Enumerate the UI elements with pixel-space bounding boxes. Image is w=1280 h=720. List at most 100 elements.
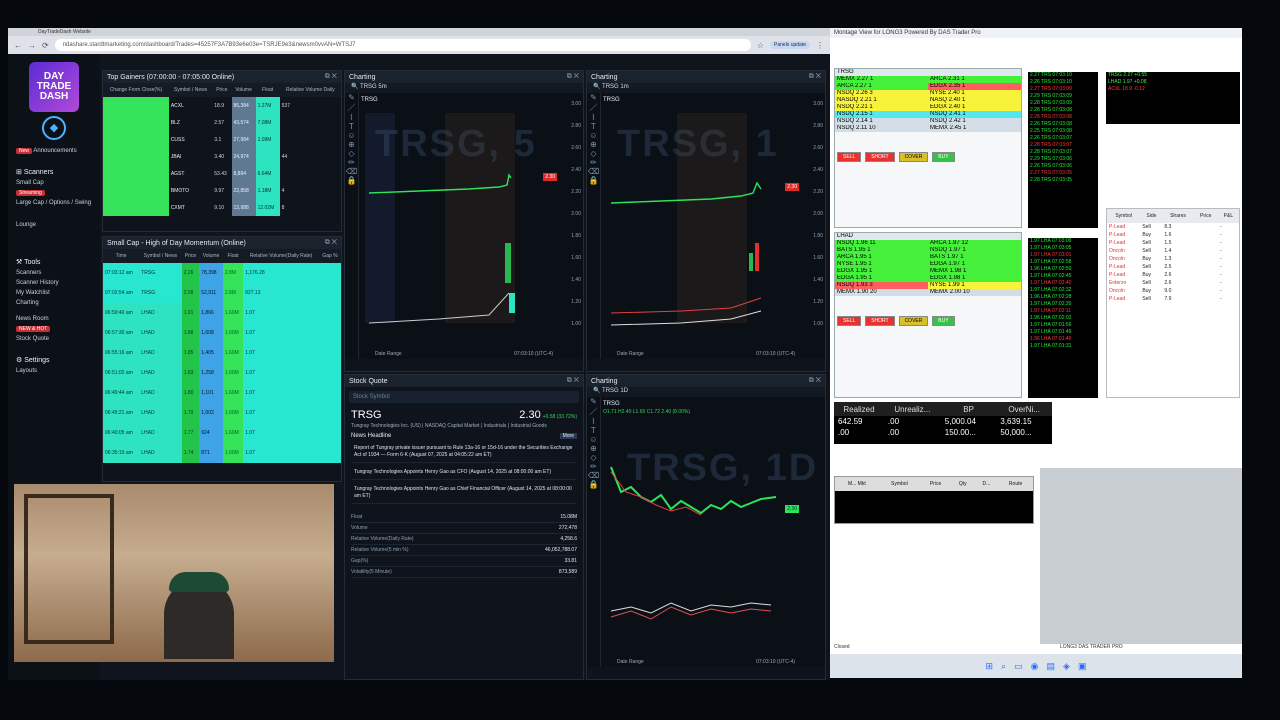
level2-row[interactable]: NSDQ 1.96 11 [835, 240, 928, 247]
sidebar-item-scanner-history[interactable]: Scanner History [8, 278, 100, 288]
col-header[interactable]: Side [1140, 209, 1163, 223]
task-view-icon[interactable]: ▭ [1014, 661, 1023, 672]
level2-row[interactable]: ARCA 1.97 12 [928, 240, 1021, 247]
level2-row[interactable]: MEMX 2.00 10 [928, 289, 1021, 296]
symbol-cell[interactable]: LHAD [139, 423, 182, 443]
level2-symbol[interactable]: TRSG [835, 69, 1021, 76]
sidebar-item-layouts[interactable]: Layouts [8, 366, 100, 376]
level2-row[interactable]: NYSE 1.99 1 [928, 282, 1021, 289]
app-icon[interactable]: ◈ [1063, 661, 1070, 672]
col-header[interactable]: Relative Volume Daily [279, 83, 341, 97]
table-row[interactable]: JBAI 3.40 24,974 44 [103, 148, 341, 165]
buy-button[interactable]: BUY [932, 152, 955, 162]
level2-row[interactable]: EDGX 2.40 1 [928, 104, 1021, 111]
table-row[interactable]: Oncoln Buy 9.0 - [1107, 287, 1239, 295]
table-row[interactable]: CXMT 9.10 13,988 12.02M 8 [103, 199, 341, 216]
cover-button[interactable]: COVER [898, 152, 929, 162]
table-row[interactable]: CUSS 3.1 27,984 1.09M [103, 131, 341, 148]
col-header[interactable]: Symbol / News [139, 249, 182, 263]
symbol-cell[interactable]: LHAD [139, 383, 182, 403]
chart-toolbar[interactable]: 🔍 TRSG 1m [587, 83, 825, 93]
news-item[interactable]: Tungray Technologies Appoints Henry Gao … [351, 466, 577, 480]
table-row[interactable]: Enterzo Sell 2.6 - [1107, 279, 1239, 287]
level2-row[interactable]: NASDQ 2.21 1 [835, 97, 928, 104]
drawing-tools[interactable]: ✎ ／ ⌇ T ☺ ⊕ ◇ ✏ ⌫ 🔒 [345, 93, 359, 359]
cover-button[interactable]: COVER [898, 316, 929, 326]
level2-row[interactable]: EDGA 1.95 1 [835, 275, 928, 282]
table-row[interactable]: BMOTO 9.97 22,858 1.18M 4 [103, 182, 341, 199]
folder-icon[interactable]: ▤ [1047, 661, 1056, 672]
level2-row[interactable]: NSDQ 2.21 1 [835, 104, 928, 111]
sell-button[interactable]: SELL [837, 316, 862, 326]
col-header[interactable]: Float [222, 249, 244, 263]
col-header[interactable]: Route [998, 477, 1033, 491]
level2-row[interactable]: NYSE 2.40 1 [928, 90, 1021, 97]
start-icon[interactable]: ⊞ [986, 661, 994, 672]
col-header[interactable]: Time [103, 249, 140, 263]
news-more-button[interactable]: More [559, 433, 577, 439]
scanners-section[interactable]: ⊞ Scanners [8, 164, 100, 178]
drawing-tools[interactable]: ✎ ／ ⌇ T ☺ ⊕ ◇ ✏ ⌫ 🔒 [587, 397, 601, 667]
symbol-cell[interactable]: LHAD [139, 403, 182, 423]
date-range-button[interactable]: Date Range [617, 351, 644, 357]
level2-row[interactable]: MEMX 1.90 20 [835, 289, 928, 296]
col-header[interactable]: Symbol [1107, 209, 1141, 223]
col-header[interactable]: Symbol [878, 477, 921, 491]
col-header[interactable]: Volume [199, 249, 223, 263]
bookmark-star-icon[interactable]: ☆ [757, 41, 764, 50]
table-row[interactable]: 06:45:21 am LHAD 1.79 1,002 1.60M 1.07 [103, 403, 341, 423]
news-item[interactable]: Report of Tungray private issuer pursuan… [351, 442, 577, 463]
table-row[interactable]: BLZ 2.57 43,574 7.08M [103, 114, 341, 131]
table-row[interactable]: ACXL 18.9 86,384 1.27M 537 [103, 97, 341, 114]
col-header[interactable]: Price [1193, 209, 1218, 223]
col-header[interactable]: Shares [1162, 209, 1194, 223]
symbol-cell[interactable]: LHAD [139, 443, 182, 463]
symbol-cell[interactable]: LHAD [139, 343, 182, 363]
col-header[interactable]: Qty [950, 477, 975, 491]
symbol-cell[interactable]: AGST [169, 165, 212, 182]
level2-row[interactable]: NSDQ 2.26 3 [835, 90, 928, 97]
watchlist-mini[interactable]: TRSG 2.27 +0.55 LHAD 1.97 +0.08 ACXL 18.9 … [1106, 72, 1240, 124]
date-range-button[interactable]: Date Range [375, 351, 402, 357]
table-row[interactable]: 06:55:16 am LHAD 1.85 1,405 1.60M 1.07 [103, 343, 341, 363]
panel-controls-icon[interactable]: ⧉ ✕ [325, 239, 337, 247]
symbol-cell[interactable]: LHAD [139, 323, 182, 343]
symbol-search-input[interactable]: Stock Symbol [349, 391, 579, 403]
col-header[interactable]: Price [920, 477, 951, 491]
col-header[interactable]: D... [974, 477, 999, 491]
sidebar-item-watchlist[interactable]: My Watchlist [8, 288, 100, 298]
level2-row[interactable]: ARCA 2.27 1 [835, 83, 928, 90]
table-row[interactable]: 06:49:44 am LHAD 1.80 1,101 1.60M 1.07 [103, 383, 341, 403]
level2-row[interactable]: EDGX 1.95 1 [835, 268, 928, 275]
col-header[interactable]: P&L [1217, 209, 1239, 223]
level2-row[interactable]: BATS 1.97 1 [928, 254, 1021, 261]
browser-icon[interactable]: ◉ [1031, 661, 1039, 672]
sidebar-item-large-cap[interactable]: Large Cap / Options / Swing [8, 198, 100, 208]
table-row[interactable]: 07:03:12 am TRSG 2.26 78,398 2.8M 1,176.28 [103, 263, 341, 283]
level2-row[interactable]: MEMX 1.98 1 [928, 268, 1021, 275]
short-button[interactable]: SHORT [865, 316, 895, 326]
col-header[interactable]: Float [255, 83, 280, 97]
panel-controls-icon[interactable]: ⧉ ✕ [567, 377, 579, 385]
symbol-cell[interactable]: CUSS [169, 131, 212, 148]
sidebar-item-charting[interactable]: Charting [8, 298, 100, 308]
panel-controls-icon[interactable]: ⧉ ✕ [567, 73, 579, 81]
table-row[interactable]: 06:35:19 am LHAD 1.74 871 1.60M 1.07 [103, 443, 341, 463]
symbol-cell[interactable]: ACXL [169, 97, 212, 114]
symbol-cell[interactable]: JBAI [169, 148, 212, 165]
sidebar-item-small-cap[interactable]: Small Cap [8, 178, 100, 188]
table-row[interactable]: P-Lead Sell 8.3 - [1107, 223, 1239, 231]
address-bar[interactable]: ndashare.stardtmarketing.com/dashboard/T… [54, 39, 751, 51]
menu-icon[interactable]: ⋮ [816, 41, 824, 50]
extension-button[interactable]: Panels update [770, 41, 810, 49]
level2-symbol[interactable]: LHAD [835, 233, 1021, 240]
table-row[interactable]: AGST 53.43 8,894 6.64M [103, 165, 341, 182]
sidebar-item-lounge[interactable]: Lounge [8, 220, 100, 230]
drawing-tools[interactable]: ✎ ／ ⌇ T ☺ ⊕ ◇ ✏ ⌫ 🔒 [587, 93, 601, 359]
table-row[interactable]: Oncoln Sell 1.4 - [1107, 247, 1239, 255]
sidebar-item-scanners[interactable]: Scanners [8, 268, 100, 278]
das-icon[interactable]: ▣ [1078, 661, 1087, 672]
panel-controls-icon[interactable]: ⧉ ✕ [809, 73, 821, 81]
chart-toolbar[interactable]: 🔍 TRSG 5m [345, 83, 583, 93]
col-header[interactable]: Gap % [318, 249, 341, 263]
